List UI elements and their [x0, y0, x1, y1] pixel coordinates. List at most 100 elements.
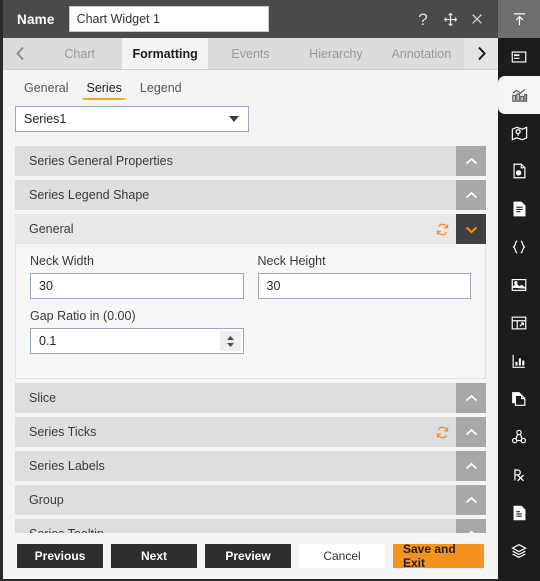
help-icon[interactable]: ?	[415, 11, 431, 28]
section-general: General Neck Width 30 Neck Height 30 Gap…	[15, 214, 486, 379]
section-tools	[428, 417, 486, 447]
section-title: Slice	[29, 391, 57, 405]
dialog-titlebar: Name ?	[3, 0, 498, 38]
section-title: General	[29, 222, 74, 236]
section-header[interactable]: Series Ticks	[15, 417, 486, 447]
chart-icon[interactable]	[498, 76, 540, 114]
chevron-up-icon[interactable]	[456, 146, 486, 176]
neck-width-input[interactable]	[30, 273, 244, 299]
main-tabstrip: Chart Formatting Events Hierarchy Annota…	[3, 38, 498, 70]
form-document-icon[interactable]	[498, 494, 540, 532]
cancel-button[interactable]: Cancel	[299, 544, 385, 568]
subtab-general[interactable]: General	[15, 81, 77, 100]
widget-name-input[interactable]	[68, 6, 269, 32]
section-group: Group	[15, 485, 486, 515]
section-series-ticks: Series Ticks	[15, 417, 486, 447]
prescription-icon[interactable]	[498, 456, 540, 494]
gap-ratio-spacer	[258, 309, 472, 354]
section-title: Series Legend Shape	[29, 188, 150, 202]
gap-ratio-row: Gap Ratio in (0.00)	[30, 309, 471, 354]
series-select-row: Series1	[3, 100, 498, 138]
section-tools	[456, 519, 486, 533]
section-header[interactable]: Series Legend Shape	[15, 180, 486, 210]
tabstrip-next-button[interactable]	[464, 38, 498, 69]
neck-height-label: Neck Height	[257, 254, 326, 268]
gap-ratio-stepper	[30, 328, 244, 354]
general-section-panel: Neck Width Neck Height Gap Ratio in (0.0…	[15, 244, 486, 379]
move-icon[interactable]	[442, 11, 458, 27]
section-title: Series Ticks	[29, 425, 97, 439]
next-button[interactable]: Next	[111, 544, 197, 568]
tab-hierarchy[interactable]: Hierarchy	[293, 38, 379, 69]
spinner-updown-icon[interactable]	[219, 331, 241, 351]
section-tools	[428, 214, 486, 244]
refresh-icon[interactable]	[428, 214, 456, 244]
neck-width-field: Neck Width	[30, 254, 244, 299]
collapse-up-icon[interactable]	[498, 0, 540, 38]
series-select-value: Series1	[24, 112, 67, 126]
panel-layout-icon[interactable]	[498, 38, 540, 76]
refresh-icon[interactable]	[428, 417, 456, 447]
tab-events[interactable]: Events	[207, 38, 294, 69]
document-icon[interactable]	[498, 190, 540, 228]
widgets-grid-icon[interactable]	[498, 570, 540, 581]
layers-icon[interactable]	[498, 532, 540, 570]
section-slice: Slice	[15, 383, 486, 413]
preview-button[interactable]: Preview	[205, 544, 291, 568]
neck-height-field: Neck Height	[257, 254, 471, 299]
subtab-series[interactable]: Series	[77, 81, 130, 100]
section-header[interactable]: Series Tooltip	[15, 519, 486, 533]
gap-ratio-input[interactable]	[30, 328, 244, 354]
previous-button[interactable]: Previous	[17, 544, 103, 568]
chevron-up-icon[interactable]	[456, 180, 486, 210]
chevron-up-icon[interactable]	[456, 451, 486, 481]
right-toolbar	[498, 0, 540, 581]
chevron-up-icon[interactable]	[456, 417, 486, 447]
tabstrip-prev-button[interactable]	[3, 38, 37, 69]
section-series-tooltip: Series Tooltip	[15, 519, 486, 533]
subtab-legend[interactable]: Legend	[131, 81, 191, 100]
dialog-panel: Name ?	[0, 0, 498, 581]
tab-chart[interactable]: Chart	[37, 38, 123, 69]
chevron-down-icon[interactable]	[456, 214, 486, 244]
section-series-general-properties: Series General Properties	[15, 146, 486, 176]
formatting-subtabs: General Series Legend	[3, 70, 498, 100]
series-sections: Series General Properties Series Legend …	[3, 138, 498, 533]
save-and-exit-button[interactable]: Save and Exit	[393, 542, 484, 570]
widget-configuration-dialog: Name ?	[0, 0, 540, 581]
neck-dimension-row: Neck Width Neck Height	[30, 254, 471, 299]
copy-page-icon[interactable]	[498, 380, 540, 418]
bar-chart-icon[interactable]	[498, 342, 540, 380]
hierarchy-icon[interactable]	[498, 418, 540, 456]
chevron-up-icon[interactable]	[456, 383, 486, 413]
chevron-up-icon[interactable]	[456, 485, 486, 515]
tab-formatting[interactable]: Formatting	[122, 38, 208, 69]
close-icon[interactable]	[469, 11, 485, 27]
table-grid-icon[interactable]	[498, 304, 540, 342]
image-icon[interactable]	[498, 266, 540, 304]
main-tabs: Chart Formatting Events Hierarchy Annota…	[37, 38, 465, 69]
section-header[interactable]: Series General Properties	[15, 146, 486, 176]
tab-annotation[interactable]: Annotation	[378, 38, 465, 69]
neck-width-label: Neck Width	[30, 254, 94, 268]
section-series-legend-shape: Series Legend Shape	[15, 180, 486, 210]
chevron-down-icon	[229, 116, 239, 122]
section-series-labels: Series Labels	[15, 451, 486, 481]
name-label: Name	[17, 11, 55, 27]
section-title: Series Labels	[29, 459, 105, 473]
section-header[interactable]: Series Labels	[15, 451, 486, 481]
section-title: Series General Properties	[29, 154, 173, 168]
dialog-footer: Previous Next Preview Cancel Save and Ex…	[3, 533, 498, 579]
section-header[interactable]: Group	[15, 485, 486, 515]
gap-ratio-field: Gap Ratio in (0.00)	[30, 309, 244, 354]
chevron-up-icon[interactable]	[456, 519, 486, 533]
series-select[interactable]: Series1	[15, 106, 249, 132]
section-title: Group	[29, 493, 64, 507]
section-header[interactable]: General	[15, 214, 486, 244]
code-braces-icon[interactable]	[498, 228, 540, 266]
report-page-icon[interactable]	[498, 152, 540, 190]
map-icon[interactable]	[498, 114, 540, 152]
section-header[interactable]: Slice	[15, 383, 486, 413]
neck-height-input[interactable]	[257, 273, 471, 299]
titlebar-actions: ?	[415, 11, 488, 28]
